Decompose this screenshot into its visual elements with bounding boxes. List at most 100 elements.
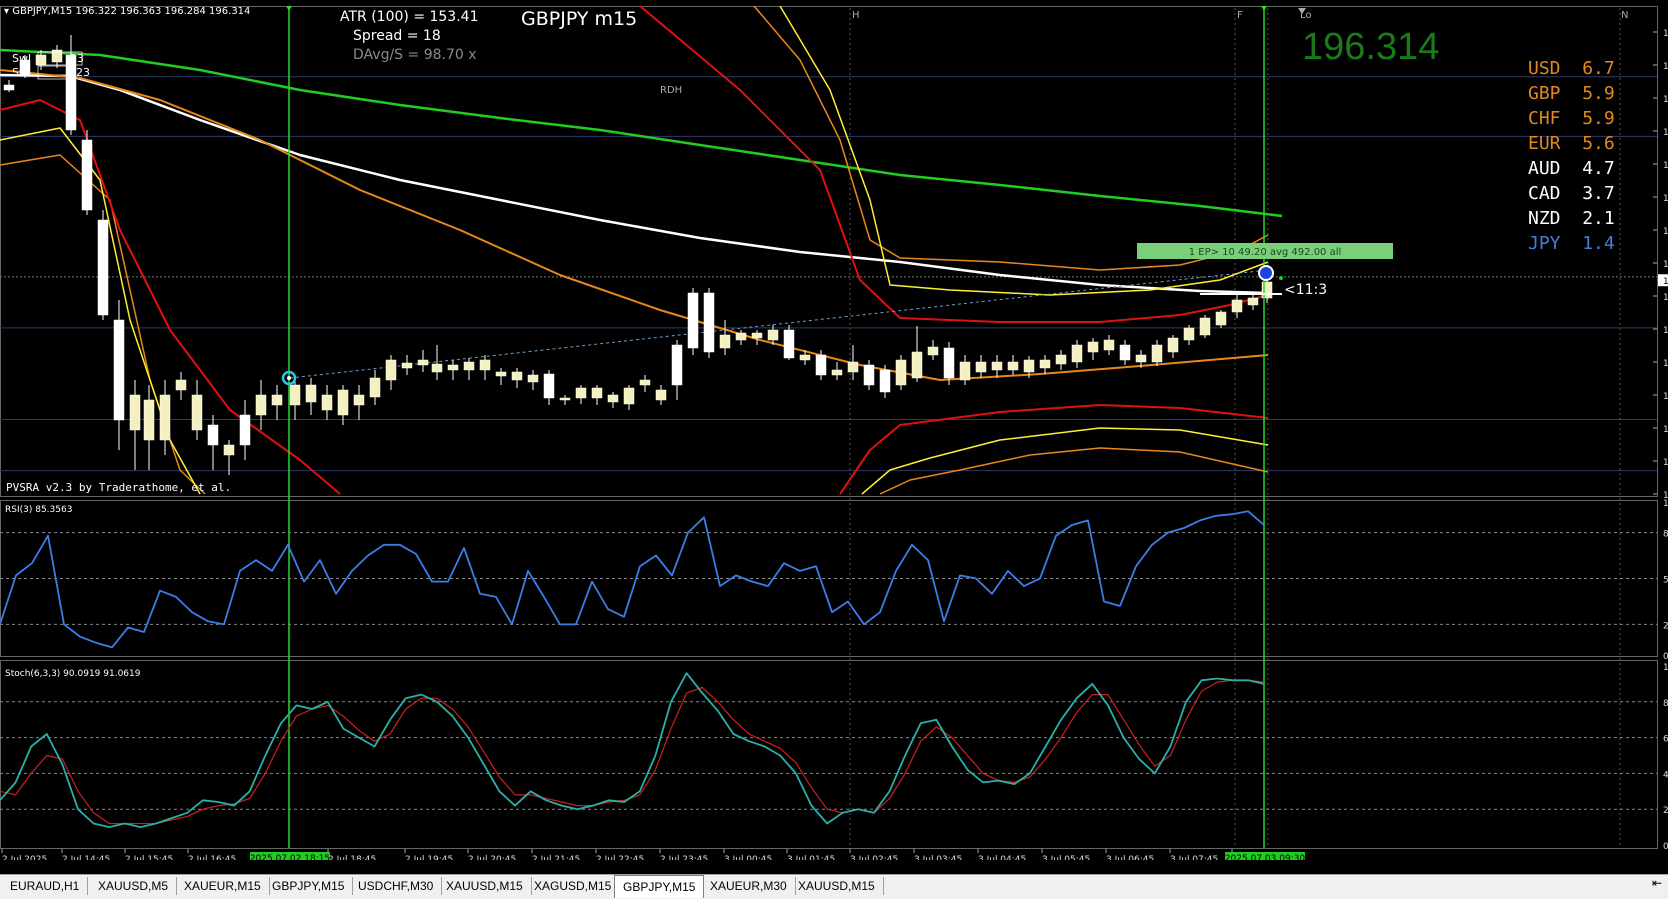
price-axis-label: 197.480 <box>1663 29 1668 39</box>
currency-code: AUD <box>1528 158 1561 179</box>
price-axis-label: 196.395 <box>1663 260 1668 270</box>
time-axis-label: 2 Jul 16:45 <box>188 855 236 860</box>
currency-strength-row: GBP 5.9 <box>1528 83 1615 104</box>
candle-body <box>927 346 939 356</box>
symbol-ohlc-label: ▾ GBPJPY,M15 196.322 196.363 196.284 196… <box>4 6 250 17</box>
position-circle-icon[interactable] <box>1258 265 1274 281</box>
rsi-level-label: 80 <box>1663 530 1668 540</box>
rsi-level-label: 100 <box>1663 499 1668 509</box>
candle-body <box>639 379 651 386</box>
candle-body <box>431 363 443 373</box>
candle-body <box>751 332 763 339</box>
currency-strength-value: 5.9 <box>1582 108 1615 129</box>
candle-body <box>223 444 235 456</box>
candle-body <box>815 354 827 376</box>
f-marker: F <box>1237 10 1243 21</box>
time-axis-label: 3 Jul 05:45 <box>1042 855 1090 860</box>
candle-body <box>417 359 429 366</box>
candle-body <box>3 84 15 91</box>
candle-body <box>831 369 843 376</box>
price-axis-label: 197.015 <box>1663 128 1668 138</box>
candle-body <box>719 334 731 349</box>
candle-body <box>575 387 587 399</box>
chart-title: GBPJPY m15 <box>521 8 638 30</box>
tab-xaueur-m30[interactable]: XAUEUR,M30 <box>702 877 796 895</box>
candle-body <box>239 414 251 446</box>
tab-gbpjpy-m15[interactable]: GBPJPY,M15 <box>614 875 705 898</box>
candle-body <box>655 389 667 401</box>
candle-body <box>1135 354 1147 363</box>
candle-body <box>175 379 187 391</box>
currency-strength-row: USD 6.7 <box>1528 58 1615 79</box>
currency-code: USD <box>1528 58 1561 79</box>
candle-body <box>305 384 317 403</box>
yellow-lower-band <box>861 427 1269 495</box>
candle-body <box>1055 354 1067 365</box>
time-axis-label: 3 Jul 04:45 <box>978 855 1026 860</box>
n-marker: N <box>1621 10 1628 21</box>
candle-body <box>143 399 155 441</box>
bar-countdown: <11:3 <box>1284 282 1327 298</box>
time-axis-label: 2 Jul 22:45 <box>596 855 644 860</box>
time-axis-label: 3 Jul 06:45 <box>1106 855 1154 860</box>
candle-body <box>321 394 333 411</box>
swl-label-2: Swl <box>12 66 31 79</box>
candle-body <box>799 354 811 361</box>
candle-body <box>879 369 891 393</box>
rsi-level-label: 0 <box>1663 652 1668 662</box>
currency-strength-row: CAD 3.7 <box>1528 183 1615 204</box>
candle-body <box>767 329 779 341</box>
orange-upper-band <box>753 5 1269 271</box>
candle-body <box>847 361 859 373</box>
candle-body <box>895 359 907 386</box>
price-axis-label: 196.860 <box>1663 161 1668 171</box>
tab-xaueur-m15[interactable]: XAUEUR,M15 <box>176 877 270 895</box>
chart-canvas[interactable]: 197.480 197.325 197.170 197.015 196.860 196.7… <box>0 0 1668 865</box>
currency-code: JPY <box>1528 233 1561 254</box>
swl-value-1: 13 <box>70 52 84 65</box>
currency-code: GBP <box>1528 83 1561 104</box>
tab-xauusd-m15[interactable]: XAUUSD,M15 <box>790 877 884 895</box>
stoch-level-label: 100 <box>1663 663 1668 673</box>
scroll-arrows-icon[interactable]: ⇤ <box>1652 876 1662 890</box>
candle-body <box>687 292 699 349</box>
currency-code: CHF <box>1528 108 1561 129</box>
dropdown-triangle-icon[interactable]: ▾ <box>4 6 9 17</box>
currency-strength-row: JPY 1.4 <box>1528 233 1615 254</box>
tab-gbpjpy-m15[interactable]: GBPJPY,M15 <box>264 877 354 895</box>
candle-body <box>385 359 397 381</box>
candle-body <box>129 394 141 431</box>
swl-value-2: 23 <box>76 66 90 79</box>
time-axis-label: 3 Jul 07:45 <box>1170 855 1218 860</box>
stoch-level-label: 80 <box>1663 699 1668 709</box>
chart-area[interactable]: 197.480 197.325 197.170 197.015 196.860 196.7… <box>0 0 1668 865</box>
entry-circle-dot <box>287 376 291 380</box>
time-axis-label: 2 Jul 20:45 <box>468 855 516 860</box>
tab-xagusd-m15[interactable]: XAGUSD,M15 <box>526 877 621 895</box>
tab-euraud-h1[interactable]: EURAUD,H1 <box>2 877 89 895</box>
rdh-label: RDH <box>660 85 682 96</box>
candle-body <box>1039 359 1051 369</box>
candle-body <box>97 219 109 316</box>
white-ma-line <box>0 73 1269 295</box>
symbol-label: GBPJPY,M15 <box>12 6 73 17</box>
time-axis-label: 2 Jul 23:45 <box>660 855 708 860</box>
candle-body <box>1247 297 1259 306</box>
candle-body <box>1215 311 1227 326</box>
price-axis-label: 195.775 <box>1663 392 1668 402</box>
currency-strength-value: 2.1 <box>1582 208 1615 229</box>
candle-body <box>1119 344 1131 361</box>
price-axis-label: 195.465 <box>1663 458 1668 468</box>
currency-code: NZD <box>1528 208 1561 229</box>
candle-body <box>911 351 923 379</box>
tab-xauusd-m15[interactable]: XAUUSD,M15 <box>438 877 532 895</box>
candle-body <box>1087 341 1099 353</box>
currency-strength-value: 1.4 <box>1582 233 1615 254</box>
tab-usdchf-m30[interactable]: USDCHF,M30 <box>350 877 443 895</box>
tab-xauusd-m5[interactable]: XAUUSD,M5 <box>90 877 178 895</box>
atr-info: ATR (100) = 153.41 <box>340 9 479 25</box>
ohlc-values: 196.322 196.363 196.284 196.314 <box>75 6 251 17</box>
candle-body <box>943 347 955 379</box>
orange-band-early <box>0 154 206 495</box>
stoch-label: Stoch(6,3,3) 90.0919 91.0619 <box>5 669 141 679</box>
